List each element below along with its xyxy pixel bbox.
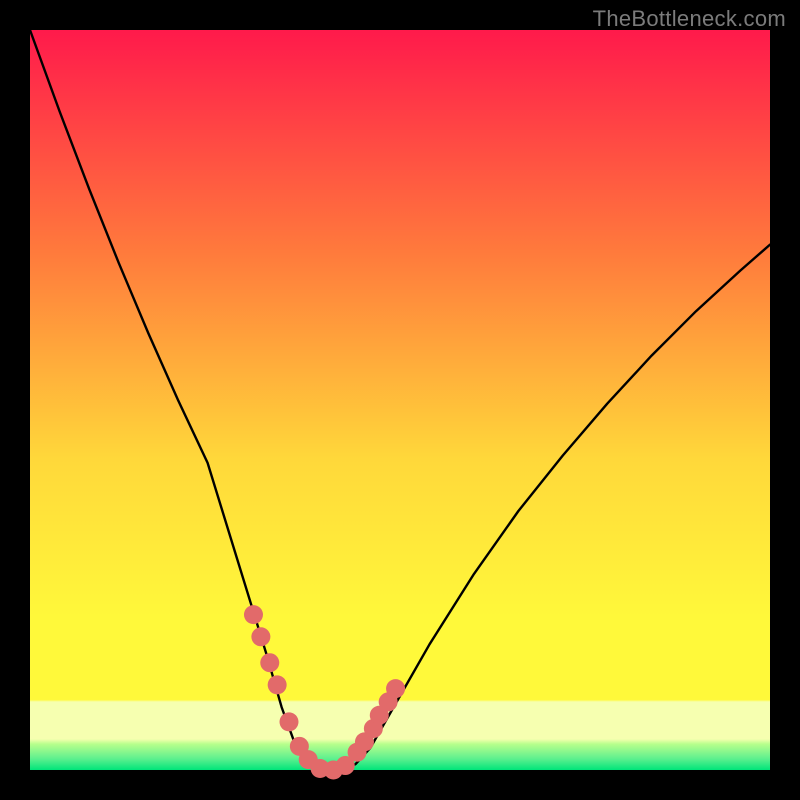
marker-dot [268, 675, 287, 694]
marker-dot [386, 679, 405, 698]
bottleneck-chart [0, 0, 800, 800]
chart-stage: TheBottleneck.com [0, 0, 800, 800]
marker-dot [244, 605, 263, 624]
marker-dot [280, 712, 299, 731]
plot-background [30, 30, 770, 770]
marker-dot [260, 653, 279, 672]
marker-dot [251, 627, 270, 646]
